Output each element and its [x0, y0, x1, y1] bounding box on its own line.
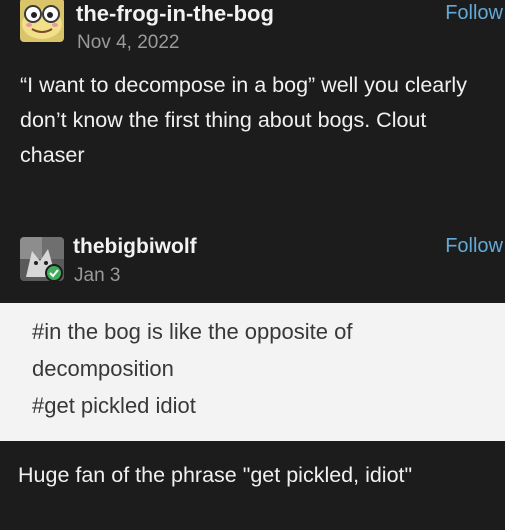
post-1: the-frog-in-the-bog Nov 4, 2022 Follow “… [0, 0, 505, 215]
post-2-header: thebigbiwolf Jan 3 Follow [0, 215, 505, 303]
post-1-username[interactable]: the-frog-in-the-bog [76, 1, 274, 27]
frog-avatar-icon[interactable] [20, 0, 64, 42]
post-2-username[interactable]: thebigbiwolf [73, 235, 197, 259]
post-1-body: “I want to decompose in a bog” well you … [20, 73, 467, 167]
reply-body: Huge fan of the phrase "get pickled, idi… [18, 463, 413, 487]
post-2-follow-button[interactable]: Follow [445, 235, 503, 258]
tag-item[interactable]: #get pickled idiot [32, 387, 485, 424]
wolf-avatar-icon[interactable] [20, 237, 64, 281]
post-1-follow-button[interactable]: Follow [445, 2, 503, 25]
tag-list: #in the bog is like the opposite of deco… [32, 313, 485, 424]
post-2-tags: #in the bog is like the opposite of deco… [0, 303, 505, 441]
tag-item[interactable]: #in the bog is like the opposite of deco… [32, 313, 452, 387]
post-2-date: Jan 3 [74, 265, 121, 286]
post-1-date: Nov 4, 2022 [77, 32, 180, 53]
